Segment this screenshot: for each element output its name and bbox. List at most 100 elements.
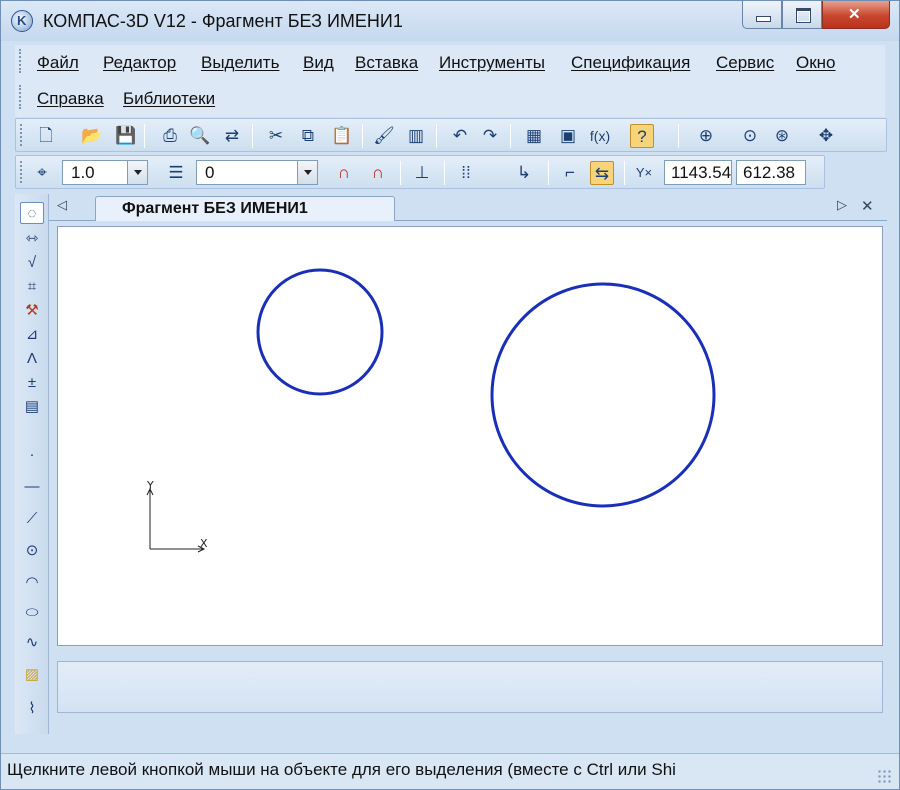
local-cs-icon[interactable]: ↳ (512, 161, 536, 185)
tab-scroll-left-icon[interactable]: ◁ (57, 197, 67, 213)
preview-icon[interactable]: 🔍 (188, 124, 212, 148)
grid-icon[interactable]: ⁞⁞ (454, 161, 478, 185)
new-document-icon[interactable]: 🗋 (34, 124, 58, 148)
segment-icon[interactable]: ⟋ (20, 508, 44, 530)
current-state-toolbar: ⌖ 1.0 ☰ 0 ∩ ∩ ⊥ ⁞⁞ ↳ ⌐ ⇆ Y× 1143.54 612.… (15, 155, 825, 189)
zoom-all-icon[interactable]: ⊙ (738, 124, 762, 148)
calculator-icon[interactable]: ▦ (522, 124, 546, 148)
properties-brush-icon[interactable]: 🖌 (372, 124, 396, 148)
zoom-window-icon[interactable]: ⊕ (694, 124, 718, 148)
dimensions-icon[interactable]: ⇿ (20, 228, 44, 250)
spline-icon[interactable]: ∿ (20, 632, 44, 654)
parametric-mode-icon[interactable]: ⇆ (590, 161, 614, 185)
library-icon[interactable]: ▥ (404, 124, 428, 148)
axis-x-label: X (200, 537, 208, 550)
status-text: Щелкните левой кнопкой мыши на объекте д… (7, 760, 676, 779)
menu-file[interactable]: Файл (37, 53, 79, 73)
paste-icon[interactable]: 📋 (330, 124, 354, 148)
geometry-icon[interactable]: ◌ (20, 202, 44, 224)
designations-icon[interactable]: √ (20, 252, 44, 274)
coord-y-field[interactable]: 612.38 (736, 160, 806, 185)
chevron-down-icon[interactable] (297, 161, 317, 184)
title-bar[interactable]: КОМПАС-3D V12 - Фрагмент БЕЗ ИМЕНИ1 (1, 1, 899, 41)
layer-combo[interactable]: 0 (196, 160, 318, 185)
edit-icon[interactable]: ⌗ (20, 276, 44, 298)
menu-edit[interactable]: Редактор (103, 53, 176, 73)
menu-tools[interactable]: Инструменты (439, 53, 545, 73)
toolbar-grip[interactable] (20, 161, 23, 183)
ortho-mode-icon[interactable]: ⌐ (558, 161, 582, 185)
undo-icon[interactable]: ↶ (448, 124, 472, 148)
menu-window[interactable]: Окно (796, 53, 836, 73)
snap-global-icon[interactable]: ∩ (332, 161, 356, 185)
save-icon[interactable]: 💾 (114, 124, 138, 148)
pan-icon[interactable]: ✥ (814, 124, 838, 148)
toolbar-separator (400, 161, 401, 185)
toolbar-grip[interactable] (20, 124, 23, 146)
copy-icon[interactable]: ⧉ (296, 124, 320, 148)
circle-icon[interactable]: ⊙ (20, 540, 44, 562)
open-icon[interactable]: 📂 (80, 124, 104, 148)
menu-view[interactable]: Вид (303, 53, 334, 73)
origin-axes-icon (146, 487, 206, 553)
contour-icon[interactable]: ⌇ (20, 698, 44, 720)
toolbar-separator (362, 124, 363, 148)
close-button[interactable] (822, 1, 890, 29)
standard-toolbar: 🗋 📂 💾 ⎙ 🔍 ⇄ ✂ ⧉ 📋 🖌 ▥ ↶ ↷ ▦ ▣ f(x) ? ⊕ ⊙… (15, 118, 887, 152)
menu-help[interactable]: Справка (37, 89, 104, 109)
manager-icon[interactable]: ⇄ (220, 124, 244, 148)
cut-icon[interactable]: ✂ (264, 124, 288, 148)
kompas-app-icon[interactable] (11, 10, 33, 32)
small-circle[interactable] (256, 268, 384, 396)
document-icon[interactable]: ▤ (20, 396, 44, 418)
point-icon[interactable]: · (20, 444, 44, 466)
measure-icon[interactable]: ⊿ (20, 324, 44, 346)
minimize-button[interactable] (742, 1, 782, 29)
menu-insert[interactable]: Вставка (355, 53, 418, 73)
drawing-svg[interactable]: Y X (58, 227, 884, 647)
toolbar-separator (624, 161, 625, 185)
layers-icon[interactable]: ☰ (164, 161, 188, 185)
auxiliary-line-icon[interactable]: — (20, 476, 44, 498)
document-tabstrip: ◁ Фрагмент БЕЗ ИМЕНИ1 ▷ ✕ (49, 194, 887, 221)
menu-grip-2[interactable] (19, 85, 22, 109)
hatch-icon[interactable]: ▨ (20, 664, 44, 686)
tab-close-icon[interactable]: ✕ (861, 197, 874, 215)
kompas-window: КОМПАС-3D V12 - Фрагмент БЕЗ ИМЕНИ1 Файл… (0, 0, 900, 790)
menu-select[interactable]: Выделить (201, 53, 279, 73)
menu-specification[interactable]: Спецификация (571, 53, 690, 73)
tab-scroll-right-icon[interactable]: ▷ (837, 197, 847, 213)
menu-bar: Файл Редактор Выделить Вид Вставка Инстр… (15, 45, 885, 117)
ortho-icon[interactable]: ⊥ (410, 161, 434, 185)
chevron-down-icon[interactable] (127, 161, 147, 184)
ellipse-icon[interactable]: ⬭ (20, 602, 44, 624)
resize-grip-icon[interactable] (877, 769, 891, 783)
select-icon[interactable]: Λ (20, 348, 44, 370)
toolbar-separator (678, 124, 679, 148)
drawing-canvas[interactable]: Y X (57, 226, 883, 646)
arc-icon[interactable]: ◠ (20, 572, 44, 594)
maximize-button[interactable] (782, 1, 822, 29)
help-pointer-icon[interactable]: ? (630, 124, 654, 148)
tab-fragment-label: Фрагмент БЕЗ ИМЕНИ1 (122, 200, 308, 217)
snap-local-icon[interactable]: ∩ (366, 161, 390, 185)
property-panel (57, 661, 883, 713)
window-title: КОМПАС-3D V12 - Фрагмент БЕЗ ИМЕНИ1 (43, 11, 403, 31)
menu-service[interactable]: Сервис (716, 53, 774, 73)
cursor-step-icon[interactable]: ⌖ (30, 161, 54, 185)
step-combo[interactable]: 1.0 (62, 160, 148, 185)
compact-panel: ◌ ⇿ √ ⌗ ⚒ ⊿ Λ ± ▤ · — ⟋ ⊙ ◠ ⬭ ∿ ▨ ⌇ (15, 194, 49, 734)
function-icon[interactable]: f(x) (588, 124, 612, 148)
variables-icon[interactable]: ▣ (556, 124, 580, 148)
coord-x-field[interactable]: 1143.54 (664, 160, 732, 185)
cursor-coordinates-icon[interactable]: Y× (632, 161, 656, 185)
parametrize-icon[interactable]: ⚒ (20, 300, 44, 322)
tab-fragment[interactable]: Фрагмент БЕЗ ИМЕНИ1 (95, 196, 395, 221)
spec-icon[interactable]: ± (20, 372, 44, 394)
zoom-in-icon[interactable]: ⊛ (770, 124, 794, 148)
redo-icon[interactable]: ↷ (478, 124, 502, 148)
menu-libraries[interactable]: Библиотеки (123, 89, 215, 109)
menu-grip[interactable] (19, 49, 22, 73)
print-icon[interactable]: ⎙ (158, 124, 182, 148)
large-circle[interactable] (490, 282, 716, 508)
